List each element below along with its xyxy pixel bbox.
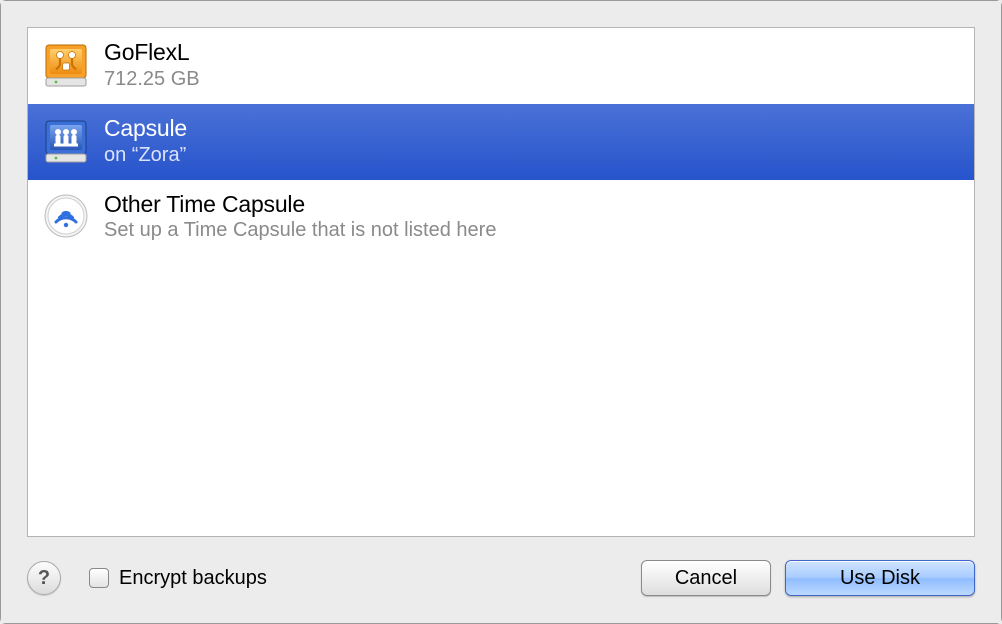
cancel-label: Cancel [675, 567, 737, 590]
help-icon: ? [38, 567, 50, 590]
network-drive-icon [42, 117, 90, 165]
disk-row-goflexl[interactable]: GoFlexL 712.25 GB [28, 28, 974, 104]
airport-icon [42, 192, 90, 240]
disk-title: GoFlexL [104, 38, 200, 67]
usb-drive-icon [42, 41, 90, 89]
disk-title: Other Time Capsule [104, 190, 496, 219]
use-disk-button[interactable]: Use Disk [785, 560, 975, 596]
disk-row-text: Other Time Capsule Set up a Time Capsule… [104, 190, 496, 244]
disk-row-text: GoFlexL 712.25 GB [104, 38, 200, 92]
cancel-button[interactable]: Cancel [641, 560, 771, 596]
use-disk-label: Use Disk [840, 567, 920, 590]
disk-subtitle: Set up a Time Capsule that is not listed… [104, 218, 496, 243]
encrypt-label: Encrypt backups [119, 567, 267, 590]
disk-row-other-time-capsule[interactable]: Other Time Capsule Set up a Time Capsule… [28, 180, 974, 256]
checkbox-box [89, 568, 109, 588]
disk-select-dialog: GoFlexL 712.25 GB [1, 1, 1001, 623]
disk-subtitle: 712.25 GB [104, 67, 200, 92]
help-button[interactable]: ? [27, 561, 61, 595]
disk-title: Capsule [104, 114, 187, 143]
disk-row-capsule[interactable]: Capsule on “Zora” [28, 104, 974, 180]
dialog-footer: ? Encrypt backups Cancel Use Disk [27, 537, 975, 599]
encrypt-backups-checkbox[interactable]: Encrypt backups [89, 567, 267, 590]
disk-row-text: Capsule on “Zora” [104, 114, 187, 168]
disk-subtitle: on “Zora” [104, 143, 187, 168]
disk-list: GoFlexL 712.25 GB [27, 27, 975, 537]
